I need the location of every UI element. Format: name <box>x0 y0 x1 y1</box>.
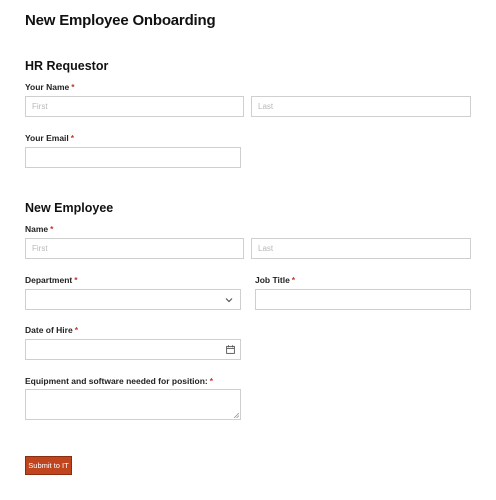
employee-last-name-placeholder: Last <box>258 244 274 253</box>
page-title: New Employee Onboarding <box>25 12 216 29</box>
required-marker: * <box>74 325 79 335</box>
date-of-hire-label: Date of Hire * <box>25 325 78 335</box>
job-title-label: Job Title * <box>255 275 295 285</box>
resize-handle-icon[interactable] <box>233 412 239 418</box>
required-marker: * <box>71 82 75 92</box>
your-last-name-input[interactable]: Last <box>251 96 471 117</box>
calendar-icon[interactable] <box>226 345 235 354</box>
department-label-text: Department <box>25 275 73 285</box>
employee-name-label: Name * <box>25 224 53 234</box>
required-marker: * <box>209 376 214 386</box>
your-email-label: Your Email * <box>25 133 74 143</box>
equipment-label-text: Equipment and software needed for positi… <box>25 376 208 386</box>
employee-last-name-input[interactable]: Last <box>251 238 471 259</box>
required-marker: * <box>50 224 54 234</box>
your-name-label: Your Name * <box>25 82 75 92</box>
date-of-hire-input[interactable] <box>25 339 241 360</box>
required-marker: * <box>74 275 78 285</box>
your-first-name-input[interactable]: First <box>25 96 244 117</box>
required-marker: * <box>70 133 75 143</box>
your-email-input[interactable] <box>25 147 241 168</box>
submit-to-it-button[interactable]: Submit to IT <box>25 456 72 475</box>
job-title-input[interactable] <box>255 289 471 310</box>
chevron-down-icon <box>225 298 233 303</box>
employee-first-name-input[interactable]: First <box>25 238 244 259</box>
employee-name-label-text: Name <box>25 224 49 234</box>
section-title-new-employee: New Employee <box>25 201 114 215</box>
department-label: Department * <box>25 275 78 285</box>
your-email-label-text: Your Email <box>25 133 69 143</box>
your-name-label-text: Your Name <box>25 82 70 92</box>
equipment-textarea[interactable] <box>25 389 241 420</box>
department-select[interactable] <box>25 289 241 310</box>
section-title-hr-requestor: HR Requestor <box>25 59 109 73</box>
employee-first-name-placeholder: First <box>32 244 48 253</box>
required-marker: * <box>291 275 296 285</box>
your-first-name-placeholder: First <box>32 102 48 111</box>
your-last-name-placeholder: Last <box>258 102 274 111</box>
job-title-label-text: Job Title <box>255 275 290 285</box>
date-of-hire-label-text: Date of Hire <box>25 325 73 335</box>
equipment-label: Equipment and software needed for positi… <box>25 376 213 386</box>
